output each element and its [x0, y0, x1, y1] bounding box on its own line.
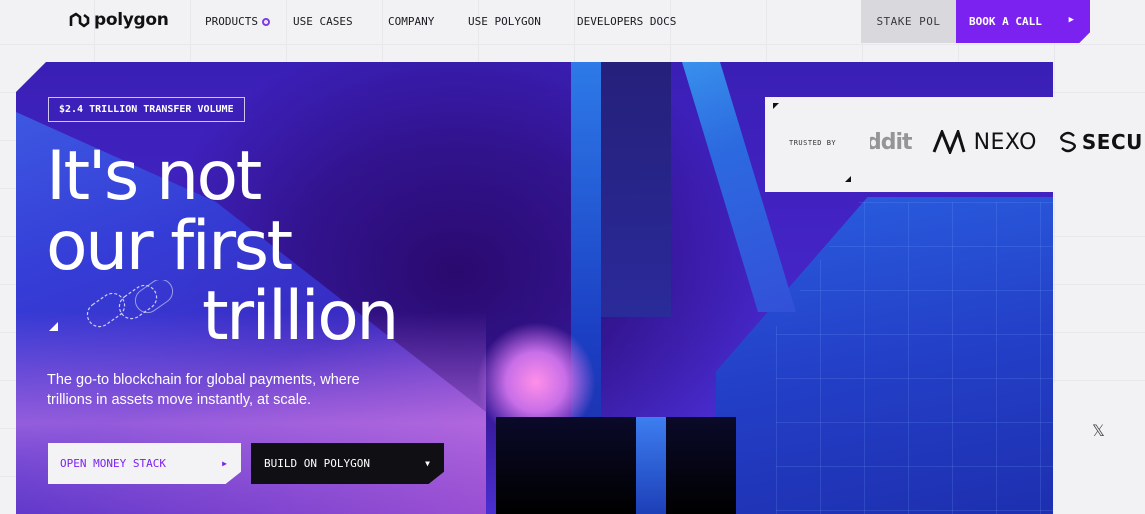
corner-notch-icon [773, 103, 779, 109]
hero-bg-doorway [496, 417, 736, 514]
open-money-stack-label: OPEN MONEY STACK [60, 457, 166, 470]
polygon-logo[interactable]: polygon [68, 10, 169, 30]
polygon-logo-icon [69, 12, 90, 28]
nav-developers-docs[interactable]: DEVELOPERS DOCS [577, 15, 676, 28]
headline-line-1: It's not [46, 137, 262, 216]
nav-use-polygon[interactable]: USE POLYGON [468, 15, 577, 28]
corner-triangle-icon [49, 322, 58, 331]
x-icon[interactable]: 𝕏 [1092, 421, 1105, 440]
nav-products[interactable]: PRODUCTS [205, 15, 293, 28]
top-navigation: polygon PRODUCTS USE CASES COMPANY USE P… [0, 0, 1145, 44]
logo-text: polygon [94, 10, 169, 30]
securitize-logo: SECU [1081, 130, 1143, 154]
build-on-polygon-button[interactable]: BUILD ON POLYGON ▼ [251, 443, 444, 484]
chevron-right-icon: ▶ [222, 459, 227, 468]
nav-products-label: PRODUCTS [205, 15, 258, 28]
nav-links: PRODUCTS USE CASES COMPANY USE POLYGON D… [205, 15, 676, 28]
build-on-polygon-label: BUILD ON POLYGON [264, 457, 370, 470]
dropdown-dot-icon [261, 17, 270, 26]
trusted-by-label: TRUSTED BY [789, 139, 837, 147]
stake-pol-button[interactable]: STAKE POL [861, 0, 956, 43]
partner-logos: ddit NEXO SECU [870, 127, 1145, 157]
social-panel: 𝕏 [1053, 383, 1145, 514]
hero-bg-dark-pillar [601, 62, 671, 317]
nav-use-cases[interactable]: USE CASES [293, 15, 388, 28]
nexo-logo: NEXO [973, 129, 1037, 155]
headline-line-2: our first [46, 207, 293, 286]
book-a-call-button[interactable]: BOOK A CALL ▶ [956, 0, 1090, 43]
hero-bg-door-pillar [636, 417, 666, 514]
chevron-down-icon: ▼ [425, 459, 430, 468]
securitize-logo-icon [1059, 131, 1076, 153]
nav-company[interactable]: COMPANY [388, 15, 468, 28]
chain-link-icon [86, 280, 174, 328]
trusted-by-panel: TRUSTED BY ddit NEXO SECU [765, 97, 1145, 192]
corner-notch-icon [845, 176, 851, 182]
hero-subtext: The go-to blockchain for global payments… [47, 372, 360, 408]
book-a-call-label: BOOK A CALL [969, 15, 1042, 28]
reddit-logo: ddit [870, 129, 913, 155]
open-money-stack-button[interactable]: OPEN MONEY STACK ▶ [48, 443, 241, 484]
transfer-volume-badge: $2.4 TRILLION TRANSFER VOLUME [48, 97, 245, 122]
chevron-right-icon: ▶ [1068, 15, 1074, 25]
nexo-logo-icon [932, 130, 965, 154]
